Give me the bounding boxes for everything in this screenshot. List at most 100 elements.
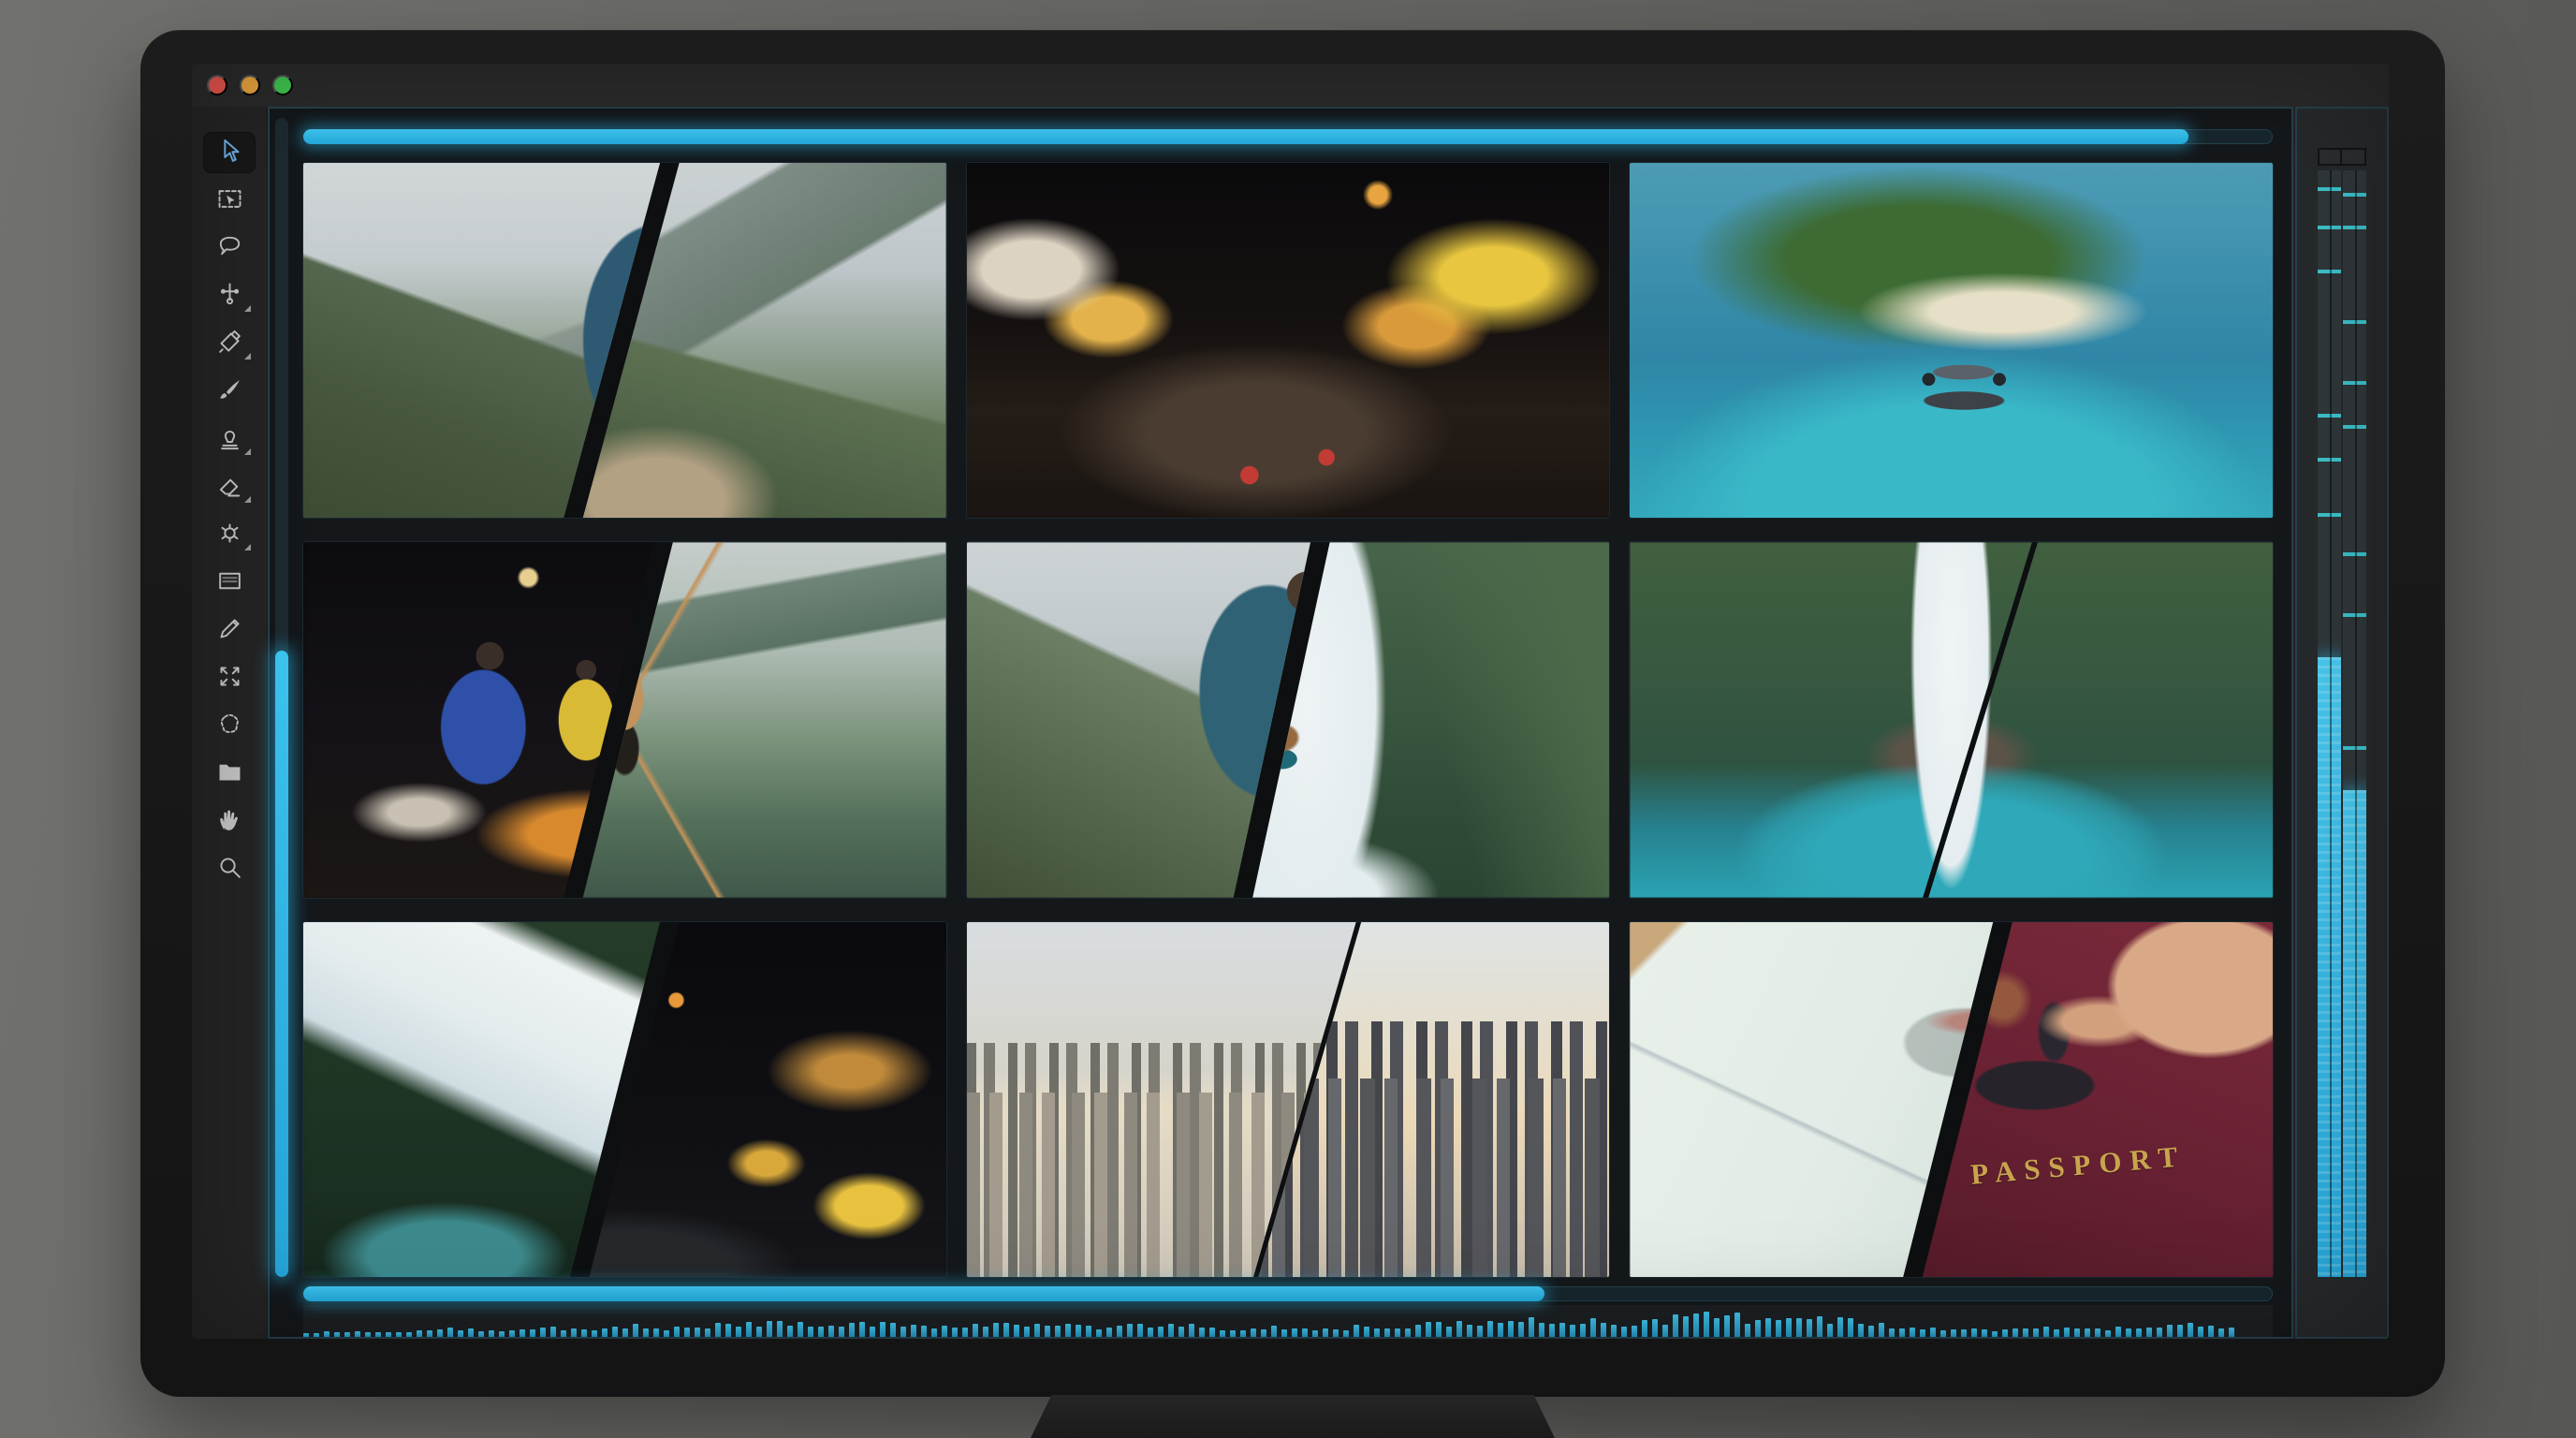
clip-cell-r1c3[interactable] xyxy=(1630,163,2273,518)
canvas-scrollbar[interactable] xyxy=(275,118,288,1277)
top-progress-bar[interactable] xyxy=(303,129,2273,144)
waveform-bar xyxy=(1158,1327,1164,1337)
waveform-bar xyxy=(1817,1316,1822,1337)
waveform-bar xyxy=(870,1327,875,1337)
waveform-bar xyxy=(1426,1322,1431,1337)
waveform-bar xyxy=(942,1326,947,1337)
tool-zoom[interactable] xyxy=(203,848,256,889)
clip-cell-r1c2[interactable] xyxy=(967,163,1610,518)
clip-grid: PASSPORT xyxy=(303,163,2273,1277)
clip-cell-r3c1[interactable] xyxy=(303,922,946,1277)
pen-icon xyxy=(215,328,244,360)
hand-icon xyxy=(215,805,244,837)
waveform-bar xyxy=(798,1322,803,1337)
waveform-bar xyxy=(1971,1328,1977,1337)
waveform-bar xyxy=(1549,1324,1555,1337)
waveform-bar xyxy=(1436,1322,1442,1337)
waveform-bar xyxy=(1106,1328,1112,1337)
waveform-bar xyxy=(1199,1328,1205,1337)
waveform-bar xyxy=(1281,1329,1287,1337)
tool-warp[interactable] xyxy=(203,705,256,746)
clip-cell-r2c3[interactable] xyxy=(1630,542,2273,897)
pencil-icon xyxy=(215,614,244,646)
waveform-bar xyxy=(602,1328,607,1337)
clip-cell-r2c1[interactable] xyxy=(303,542,946,897)
tool-comment[interactable] xyxy=(203,227,256,269)
meter-tick xyxy=(2318,187,2341,191)
waveform-bar xyxy=(674,1327,680,1337)
tool-track-select[interactable] xyxy=(203,180,256,221)
tool-hand[interactable] xyxy=(203,800,256,842)
bottom-progress-bar[interactable] xyxy=(303,1286,2273,1301)
tool-brush[interactable] xyxy=(203,371,256,412)
tool-roto-brush[interactable] xyxy=(203,514,256,555)
tool-puppet[interactable] xyxy=(203,275,256,316)
waveform-bar xyxy=(1621,1327,1627,1337)
waveform-bar xyxy=(1590,1318,1596,1337)
waveform-bar xyxy=(1415,1325,1421,1337)
waveform-bar xyxy=(499,1331,505,1337)
tool-selection[interactable] xyxy=(203,132,256,173)
waveform-bar xyxy=(489,1330,494,1337)
waveform-bar xyxy=(2115,1327,2121,1337)
waveform-bar xyxy=(1982,1329,1987,1337)
eraser-icon xyxy=(215,471,244,503)
warp-icon xyxy=(215,710,244,741)
waveform-bar xyxy=(334,1332,340,1337)
waveform-bar xyxy=(1302,1328,1308,1337)
waveform-bar xyxy=(839,1327,844,1337)
tool-rail xyxy=(192,107,268,1339)
tool-folder[interactable] xyxy=(203,753,256,794)
flyout-indicator xyxy=(244,448,251,455)
waveform-bar xyxy=(550,1327,556,1337)
scene-island xyxy=(1630,163,2273,518)
meter-level-fill xyxy=(2318,657,2341,1277)
clip-cell-r1c1[interactable] xyxy=(303,163,946,518)
close-button[interactable] xyxy=(207,75,227,95)
waveform-bar xyxy=(2054,1329,2059,1337)
tool-rectangle[interactable] xyxy=(203,562,256,603)
waveform-bar xyxy=(1148,1328,1153,1337)
waveform-bar xyxy=(1137,1324,1143,1337)
zoom-window-button[interactable] xyxy=(272,75,293,95)
meter-level-fill xyxy=(2343,790,2366,1277)
clip-cell-r3c3[interactable]: PASSPORT xyxy=(1630,922,2273,1277)
waveform-bar xyxy=(2105,1330,2111,1337)
waveform-bar xyxy=(664,1330,669,1337)
tool-pen[interactable] xyxy=(203,323,256,364)
meter-tick xyxy=(2318,414,2341,418)
tool-eraser[interactable] xyxy=(203,466,256,507)
roto-brush-icon xyxy=(215,519,244,550)
clip-cell-r2c2[interactable] xyxy=(967,542,1610,897)
audio-level-meters xyxy=(2318,170,2366,1277)
tool-pencil[interactable] xyxy=(203,609,256,651)
waveform-bar xyxy=(2218,1328,2224,1337)
waveform-bar xyxy=(478,1331,484,1337)
flyout-indicator xyxy=(244,496,251,503)
waveform-bar xyxy=(1559,1323,1565,1337)
waveform-bar xyxy=(1487,1321,1493,1337)
top-progress-fill xyxy=(303,129,2188,144)
audio-waveform-strip[interactable] xyxy=(303,1305,2273,1337)
waveform-bar xyxy=(808,1327,813,1337)
waveform-bar xyxy=(633,1324,638,1337)
tool-clone-stamp[interactable] xyxy=(203,418,256,460)
monitor: PASSPORT xyxy=(140,30,2445,1397)
tool-free-transform[interactable] xyxy=(203,657,256,698)
waveform-bar xyxy=(1951,1329,1956,1337)
waveform-bar xyxy=(1776,1320,1781,1337)
waveform-bar xyxy=(828,1326,834,1337)
waveform-bar xyxy=(859,1322,865,1337)
minimize-button[interactable] xyxy=(240,75,260,95)
passport-title-text: PASSPORT xyxy=(1969,1139,2188,1192)
waveform-bar xyxy=(1529,1317,1534,1337)
clip-cell-r3c2[interactable] xyxy=(967,922,1610,1277)
waveform-bar xyxy=(1786,1318,1792,1337)
meter-tick xyxy=(2318,226,2341,229)
waveform-bar xyxy=(1230,1330,1236,1337)
waveform-bar xyxy=(1251,1328,1256,1337)
waveform-bar xyxy=(2157,1328,2162,1337)
waveform-bar xyxy=(643,1328,649,1337)
waveform-bar xyxy=(458,1330,463,1337)
waveform-bar xyxy=(1642,1320,1647,1337)
